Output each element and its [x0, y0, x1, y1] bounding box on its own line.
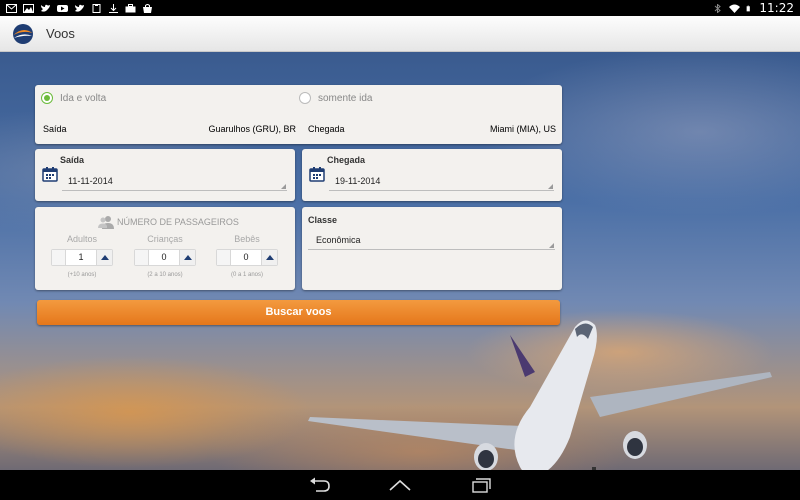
- radio-selected-icon: [41, 92, 53, 104]
- back-icon[interactable]: [308, 477, 332, 493]
- trip-type-card: Ida e volta somente ida Saída Guarulhos …: [35, 85, 562, 144]
- decrement-button[interactable]: [217, 250, 231, 265]
- home-icon[interactable]: [388, 477, 412, 493]
- shopping-bag-icon: [143, 3, 152, 13]
- decrement-button[interactable]: [135, 250, 149, 265]
- origin-label: Saída: [43, 124, 67, 134]
- status-bar: 11:22: [0, 0, 800, 16]
- infants-hint: (0 a 1 anos): [230, 272, 264, 278]
- radio-unselected-icon: [299, 92, 311, 104]
- adults-group: Adultos 1 (+10 anos): [51, 234, 113, 278]
- dropdown-corner-icon: [281, 184, 286, 189]
- app-logo-icon[interactable]: [12, 23, 34, 45]
- infants-count: 0: [243, 252, 249, 262]
- twitter-icon: [41, 4, 50, 12]
- return-label: Chegada: [327, 155, 366, 165]
- cabin-class-select[interactable]: Econômica: [308, 232, 555, 250]
- calendar-icon[interactable]: [309, 166, 325, 182]
- people-icon: [98, 216, 114, 229]
- adults-count: 1: [78, 252, 84, 262]
- destination-label: Chegada: [308, 124, 345, 134]
- bluetooth-icon: [715, 3, 722, 13]
- departure-date-value: 11-11-2014: [68, 176, 113, 186]
- return-date-card: Chegada 19-11-2014: [302, 149, 562, 201]
- clipboard-icon: [92, 3, 101, 13]
- page-title: Voos: [46, 26, 75, 41]
- decrement-button[interactable]: [52, 250, 66, 265]
- dropdown-corner-icon: [549, 243, 554, 248]
- image-icon: [23, 3, 34, 13]
- destination-field[interactable]: Miami (MIA), US: [490, 124, 556, 134]
- passengers-card: NÚMERO DE PASSAGEIROS Adultos 1 (+10 ano…: [35, 207, 295, 290]
- children-count: 0: [161, 252, 167, 262]
- dropdown-corner-icon: [548, 184, 553, 189]
- one-way-radio[interactable]: somente ida: [299, 92, 372, 104]
- action-bar: Voos: [0, 16, 800, 52]
- briefcase-icon: [125, 3, 136, 12]
- passengers-header: NÚMERO DE PASSAGEIROS: [98, 215, 239, 229]
- increment-button[interactable]: [261, 250, 277, 265]
- departure-label: Saída: [60, 155, 85, 165]
- search-flights-button[interactable]: Buscar voos: [37, 300, 560, 325]
- airplane-image: [308, 320, 772, 470]
- increment-button[interactable]: [96, 250, 112, 265]
- departure-date-field[interactable]: 11-11-2014: [62, 172, 287, 191]
- battery-icon: [747, 5, 751, 11]
- clock: 11:22: [759, 1, 794, 15]
- twitter-icon: [75, 4, 84, 12]
- notification-icons: [6, 3, 153, 13]
- navigation-bar: [0, 470, 800, 500]
- departure-date-card: Saída 11-11-2014: [35, 149, 295, 201]
- children-stepper: 0: [134, 249, 196, 266]
- return-date-value: 19-11-2014: [335, 176, 381, 186]
- infants-label: Bebês: [234, 234, 260, 244]
- wifi-icon: [729, 4, 741, 13]
- calendar-icon[interactable]: [42, 166, 58, 182]
- youtube-icon: [57, 4, 68, 12]
- return-date-field[interactable]: 19-11-2014: [329, 172, 554, 191]
- adults-label: Adultos: [66, 234, 98, 244]
- adults-stepper: 1: [51, 249, 113, 266]
- one-way-label: somente ida: [318, 92, 373, 104]
- children-group: Crianças 0 (2 a 10 anos): [134, 234, 196, 278]
- children-label: Crianças: [147, 234, 183, 244]
- round-trip-label: Ida e volta: [60, 92, 107, 104]
- origin-field[interactable]: Guarulhos (GRU), BR: [208, 124, 296, 134]
- mail-icon: [6, 3, 17, 13]
- adults-hint: (+10 anos): [67, 272, 97, 278]
- cabin-class-card: Classe Econômica: [302, 207, 562, 290]
- increment-button[interactable]: [179, 250, 195, 265]
- download-icon: [109, 3, 118, 13]
- system-icons: 11:22: [712, 1, 794, 15]
- cabin-class-value: Econômica: [316, 235, 361, 245]
- round-trip-radio[interactable]: Ida e volta: [41, 92, 106, 104]
- children-hint: (2 a 10 anos): [147, 272, 183, 278]
- cabin-class-label: Classe: [308, 215, 338, 225]
- infants-stepper: 0: [216, 249, 278, 266]
- infants-group: Bebês 0 (0 a 1 anos): [216, 234, 278, 278]
- passengers-title: NÚMERO DE PASSAGEIROS: [117, 217, 239, 227]
- recent-apps-icon[interactable]: [468, 477, 492, 493]
